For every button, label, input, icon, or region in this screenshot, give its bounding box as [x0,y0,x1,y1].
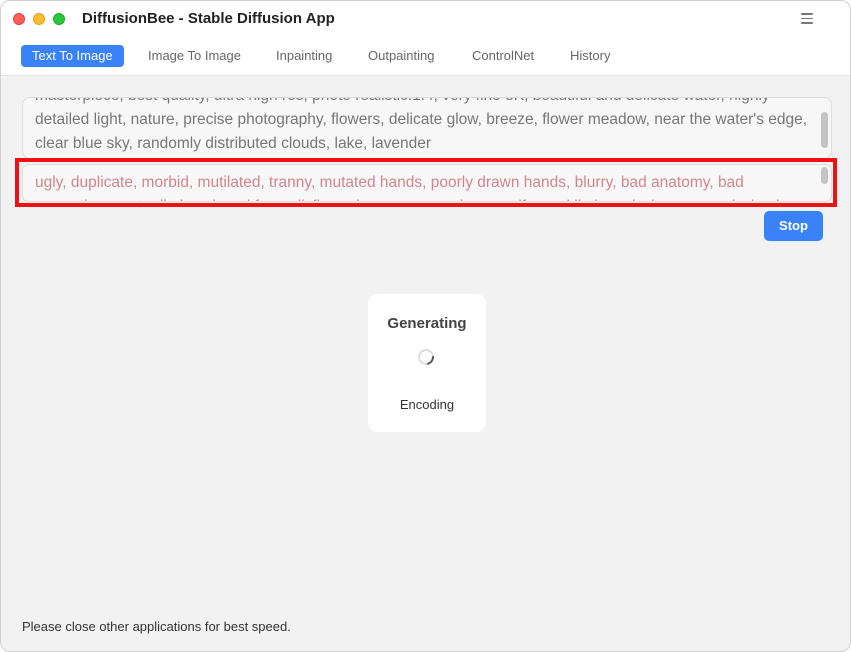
close-window-button[interactable] [13,13,25,25]
tab-inpainting[interactable]: Inpainting [265,45,343,67]
title-bar: DiffusionBee - Stable Diffusion App [1,1,850,38]
negative-prompt-input[interactable]: ugly, duplicate, morbid, mutilated, tran… [22,164,832,202]
tab-bar: Text To Image Image To Image Inpainting … [1,37,850,76]
footer-note: Please close other applications for best… [22,619,291,634]
minimize-window-button[interactable] [33,13,45,25]
tab-outpainting[interactable]: Outpainting [357,45,446,67]
zoom-window-button[interactable] [53,13,65,25]
generating-title: Generating [387,315,467,332]
tab-image-to-image[interactable]: Image To Image [137,45,252,67]
stop-button[interactable]: Stop [764,211,823,241]
tab-text-to-image[interactable]: Text To Image [21,45,124,67]
negative-prompt-text: ugly, duplicate, morbid, mutilated, tran… [35,174,804,201]
app-window: DiffusionBee - Stable Diffusion App Text… [0,0,851,652]
tab-controlnet[interactable]: ControlNet [461,45,545,67]
prompt-scrollbar[interactable] [821,112,828,148]
tab-history[interactable]: History [559,45,621,67]
hamburger-menu-icon[interactable] [801,13,813,24]
loading-spinner-icon [418,349,434,365]
generating-card: Generating Encoding [368,294,486,432]
window-title: DiffusionBee - Stable Diffusion App [82,10,335,27]
prompt-text: masterpiece, best quality, ultra high re… [35,98,808,152]
generating-status: Encoding [399,397,455,412]
prompt-input[interactable]: masterpiece, best quality, ultra high re… [22,97,832,159]
negative-prompt-scrollbar[interactable] [821,167,828,184]
